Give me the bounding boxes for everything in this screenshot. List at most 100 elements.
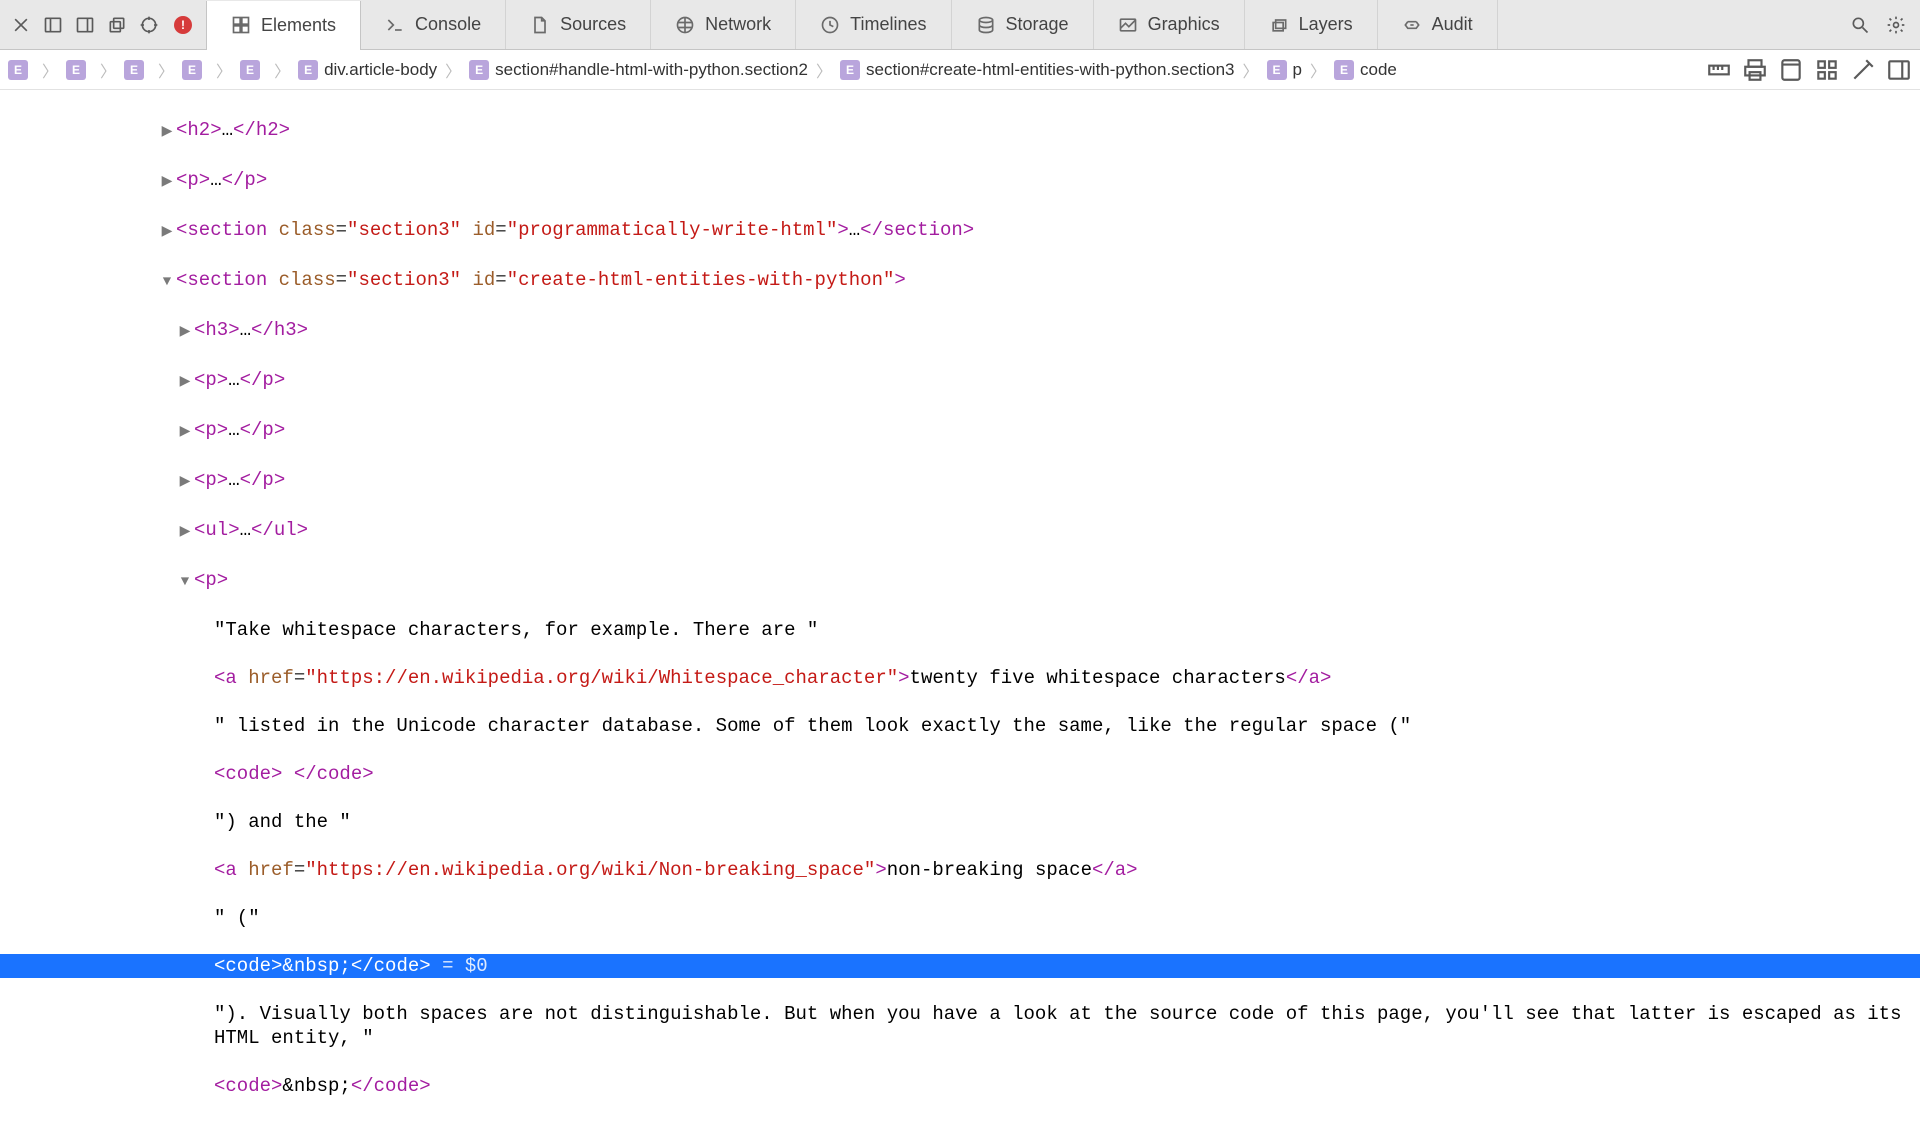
dom-node-code-selected[interactable]: <code>&nbsp;</code> = $0 [0, 954, 1920, 978]
dom-node-p[interactable]: ▶<p>…</p> [0, 418, 1920, 444]
ruler-icon[interactable] [1706, 57, 1732, 83]
breadcrumb-item[interactable]: Ecode [1334, 60, 1397, 80]
tab-graphics[interactable]: Graphics [1094, 0, 1245, 49]
tab-elements[interactable]: Elements [206, 1, 361, 50]
breadcrumb-bar: E 〉 E 〉 E 〉 E 〉 E 〉 Ediv.article-body 〉 … [0, 50, 1920, 90]
search-icon[interactable] [1846, 11, 1874, 39]
grid-icon[interactable] [1814, 57, 1840, 83]
breadcrumb-label: div.article-body [324, 60, 437, 80]
dom-node-code[interactable]: <code>&nbsp;</code> [0, 1074, 1920, 1098]
dom-node-p[interactable]: ▶<p>…</p> [0, 368, 1920, 394]
dom-node-p[interactable]: ▶<p>…</p> [0, 168, 1920, 194]
element-badge-icon: E [840, 60, 860, 80]
disclosure-closed-icon[interactable]: ▶ [178, 370, 192, 394]
element-badge-icon: E [1267, 60, 1287, 80]
element-badge-icon: E [124, 60, 144, 80]
chevron-right-icon: 〉 [812, 58, 836, 82]
element-badge-icon: E [182, 60, 202, 80]
tab-sources[interactable]: Sources [506, 0, 651, 49]
dom-node-code[interactable]: <code> </code> [0, 762, 1920, 786]
paint-icon[interactable] [1850, 57, 1876, 83]
tab-label: Timelines [850, 14, 926, 35]
breadcrumb-item[interactable]: E [8, 60, 34, 80]
tab-audit[interactable]: Audit [1378, 0, 1498, 49]
tab-label: Layers [1299, 14, 1353, 35]
dom-node-h3[interactable]: ▶<h3>…</h3> [0, 318, 1920, 344]
chevron-right-icon: 〉 [38, 58, 62, 82]
breadcrumb-label: section#handle-html-with-python.section2 [495, 60, 808, 80]
disclosure-closed-icon[interactable]: ▶ [160, 220, 174, 244]
dom-node-h2[interactable]: ▶<h2>…</h2> [0, 118, 1920, 144]
tab-network[interactable]: Network [651, 0, 796, 49]
tab-label: Audit [1432, 14, 1473, 35]
toolbar-left: ! [0, 12, 206, 38]
inspect-icon[interactable] [136, 12, 162, 38]
element-badge-icon: E [66, 60, 86, 80]
sidebar-toggle-icon[interactable] [1886, 57, 1912, 83]
breadcrumb-label: p [1293, 60, 1302, 80]
close-icon[interactable] [8, 12, 34, 38]
dom-node-p[interactable]: ▶<p>…</p> [0, 468, 1920, 494]
breadcrumb-item[interactable]: E [66, 60, 92, 80]
disclosure-closed-icon[interactable]: ▶ [178, 320, 192, 344]
device-icon[interactable] [1778, 57, 1804, 83]
audit-icon [1402, 15, 1422, 35]
disclosure-closed-icon[interactable]: ▶ [160, 170, 174, 194]
element-badge-icon: E [240, 60, 260, 80]
breadcrumb-item[interactable]: E [182, 60, 208, 80]
breadcrumb-item[interactable]: E [124, 60, 150, 80]
dom-node-section[interactable]: ▶<section class="section3" id="programma… [0, 218, 1920, 244]
dock-right-icon[interactable] [72, 12, 98, 38]
dom-node-section-open[interactable]: ▼<section class="section3" id="create-ht… [0, 268, 1920, 294]
chevron-right-icon: 〉 [1306, 58, 1330, 82]
breadcrumb-item[interactable]: Ep [1267, 60, 1302, 80]
settings-icon[interactable] [1882, 11, 1910, 39]
chevron-right-icon: 〉 [441, 58, 465, 82]
dom-node-a[interactable]: <a href="https://en.wikipedia.org/wiki/N… [0, 858, 1920, 882]
breadcrumb-item[interactable]: Ediv.article-body [298, 60, 437, 80]
element-badge-icon: E [469, 60, 489, 80]
tab-timelines[interactable]: Timelines [796, 0, 951, 49]
tab-console[interactable]: Console [361, 0, 506, 49]
dom-text-node[interactable]: " listed in the Unicode character databa… [0, 714, 1920, 738]
chevron-right-icon: 〉 [96, 58, 120, 82]
disclosure-open-icon[interactable]: ▼ [178, 570, 192, 594]
dom-text-node[interactable]: ") and the " [0, 810, 1920, 834]
dock-left-icon[interactable] [40, 12, 66, 38]
dom-text-node[interactable]: "). Visually both spaces are not disting… [0, 1002, 1920, 1050]
dom-text-node[interactable]: " (" [0, 906, 1920, 930]
dom-tree[interactable]: ▶<h2>…</h2> ▶<p>…</p> ▶<section class="s… [0, 90, 1920, 1122]
dom-node-p-open[interactable]: ▼<p> [0, 568, 1920, 594]
network-icon [675, 15, 695, 35]
disclosure-closed-icon[interactable]: ▶ [178, 520, 192, 544]
dom-node-ul[interactable]: ▶<ul>…</ul> [0, 518, 1920, 544]
disclosure-closed-icon[interactable]: ▶ [160, 120, 174, 144]
breadcrumb-label: code [1360, 60, 1397, 80]
devtools-tabbar: ! Elements Console Sources Network Timel… [0, 0, 1920, 50]
breadcrumb-item[interactable]: Esection#handle-html-with-python.section… [469, 60, 808, 80]
breadcrumb-item[interactable]: Esection#create-html-entities-with-pytho… [840, 60, 1235, 80]
tab-label: Graphics [1148, 14, 1220, 35]
disclosure-open-icon[interactable]: ▼ [160, 270, 174, 294]
breadcrumb-label: section#create-html-entities-with-python… [866, 60, 1235, 80]
elements-icon [231, 15, 251, 35]
tab-label: Console [415, 14, 481, 35]
element-badge-icon: E [8, 60, 28, 80]
tab-label: Storage [1006, 14, 1069, 35]
tab-layers[interactable]: Layers [1245, 0, 1378, 49]
popout-icon[interactable] [104, 12, 130, 38]
error-badge[interactable]: ! [174, 16, 192, 34]
print-icon[interactable] [1742, 57, 1768, 83]
disclosure-closed-icon[interactable]: ▶ [178, 420, 192, 444]
layers-icon [1269, 15, 1289, 35]
tab-label: Network [705, 14, 771, 35]
breadcrumb-item[interactable]: E [240, 60, 266, 80]
chevron-right-icon: 〉 [1239, 58, 1263, 82]
dom-node-a[interactable]: <a href="https://en.wikipedia.org/wiki/W… [0, 666, 1920, 690]
element-badge-icon: E [298, 60, 318, 80]
dom-text-node[interactable]: "Take whitespace characters, for example… [0, 618, 1920, 642]
timelines-icon [820, 15, 840, 35]
disclosure-closed-icon[interactable]: ▶ [178, 470, 192, 494]
tab-storage[interactable]: Storage [952, 0, 1094, 49]
element-badge-icon: E [1334, 60, 1354, 80]
